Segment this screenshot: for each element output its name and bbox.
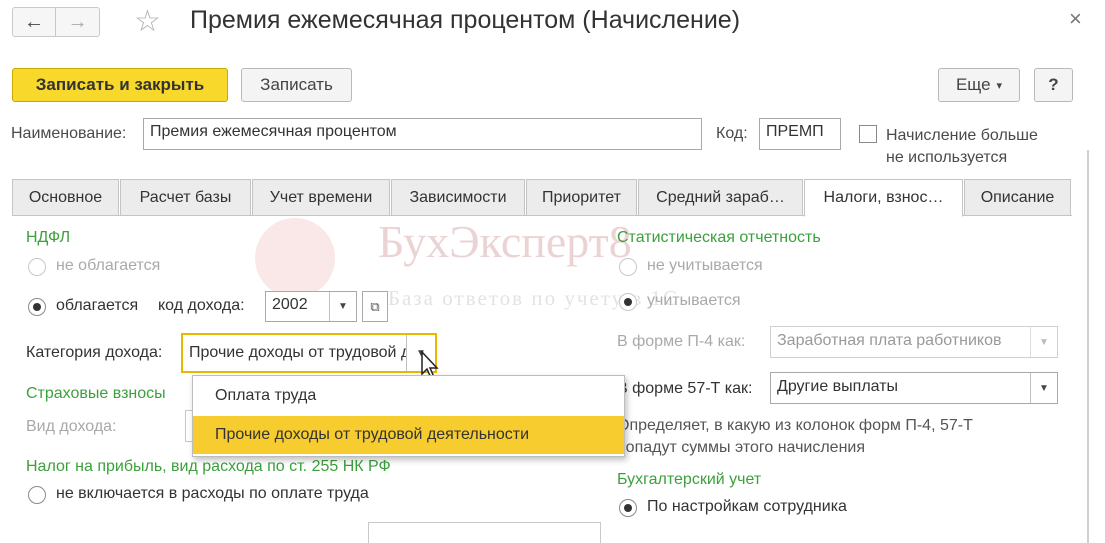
income-category-field[interactable]: Прочие доходы от трудовой деятельности ▼ [181, 333, 437, 373]
stats-note-line2: попадут суммы этого начисления [617, 439, 866, 456]
stats-note: Определяет, в какую из колонок форм П-4,… [617, 415, 973, 459]
window-title: Премия ежемесячная процентом (Начисление… [190, 6, 741, 34]
unused-label-line2: не используется [886, 149, 1008, 166]
tab-base-calc[interactable]: Расчет базы [120, 179, 251, 215]
p4-label: В форме П-4 как: [617, 333, 746, 350]
favorite-star-icon[interactable]: ☆ [134, 4, 161, 39]
code-input[interactable]: ПРЕМП [759, 118, 841, 150]
not-taxed-radio[interactable] [28, 258, 46, 276]
help-button[interactable]: ? [1034, 68, 1073, 102]
name-input[interactable]: Премия ежемесячная процентом [143, 118, 702, 150]
more-label: Еще [955, 75, 991, 94]
income-category-value: Прочие доходы от трудовой деятельности [189, 344, 435, 361]
income-code-label: код дохода: [158, 297, 245, 314]
close-icon[interactable]: × [1069, 6, 1082, 32]
expense-type-field[interactable] [368, 522, 601, 543]
income-category-label: Категория дохода: [26, 344, 163, 361]
by-employee-radio[interactable] [619, 499, 637, 517]
owl-logo-icon [255, 218, 335, 298]
dropdown-item-labor[interactable]: Оплата труда [193, 377, 624, 415]
chevron-down-icon[interactable]: ▼ [1030, 373, 1057, 403]
tab-taxes[interactable]: Налоги, взнос… [804, 179, 963, 217]
chevron-down-icon[interactable]: ▼ [1030, 327, 1057, 357]
income-type-label: Вид дохода: [26, 418, 117, 435]
forward-arrow-icon: → [67, 10, 88, 33]
open-item-icon[interactable]: ⧉ [362, 291, 388, 322]
tab-dependencies[interactable]: Зависимости [391, 179, 525, 215]
income-code-field[interactable]: 2002 ▼ [265, 291, 357, 322]
counted-radio[interactable] [619, 293, 637, 311]
watermark-brand: БухЭксперт8 [378, 216, 632, 267]
tab-priority[interactable]: Приоритет [526, 179, 637, 215]
profit-tax-header: Налог на прибыль, вид расхода по ст. 255… [26, 458, 391, 475]
income-code-value: 2002 [272, 296, 308, 313]
tab-time-accounting[interactable]: Учет времени [252, 179, 390, 215]
income-category-dropdown: Оплата труда Прочие доходы от трудовой д… [192, 375, 625, 457]
name-label: Наименование: [11, 125, 127, 142]
ndfl-header: НДФЛ [26, 229, 71, 246]
unused-label: Начисление больше не используется [886, 125, 1038, 169]
code-label: Код: [716, 125, 748, 142]
f57-value: Другие выплаты [777, 378, 899, 395]
p4-select[interactable]: Заработная плата работников ▼ [770, 326, 1058, 358]
p4-value: Заработная плата работников [777, 332, 1002, 349]
unused-label-line1: Начисление больше [886, 127, 1038, 144]
chevron-down-icon[interactable]: ▼ [329, 292, 356, 321]
chevron-down-icon: ▾ [996, 79, 1003, 92]
stats-header: Статистическая отчетность [617, 229, 821, 246]
not-included-radio[interactable] [28, 486, 46, 504]
taxed-radio[interactable] [28, 298, 46, 316]
tab-basic[interactable]: Основное [12, 179, 119, 215]
taxed-label: облагается [56, 297, 139, 314]
by-employee-label: По настройкам сотрудника [647, 498, 847, 515]
save-button[interactable]: Записать [241, 68, 352, 102]
tab-average-earnings[interactable]: Средний зараб… [638, 179, 803, 215]
scrollbar[interactable] [1087, 150, 1089, 543]
back-arrow-icon: ← [24, 10, 44, 33]
accounting-header: Бухгалтерский учет [617, 471, 762, 488]
stats-note-line1: Определяет, в какую из колонок форм П-4,… [617, 417, 973, 434]
tab-description[interactable]: Описание [964, 179, 1071, 215]
f57-label: В форме 57-Т как: [617, 380, 753, 397]
not-counted-radio[interactable] [619, 258, 637, 276]
f57-select[interactable]: Другие выплаты ▼ [770, 372, 1058, 404]
unused-checkbox[interactable] [859, 125, 877, 143]
save-and-close-button[interactable]: Записать и закрыть [12, 68, 228, 102]
dropdown-item-other-income[interactable]: Прочие доходы от трудовой деятельности [193, 416, 624, 454]
insurance-header: Страховые взносы [26, 385, 166, 402]
counted-label: учитывается [647, 292, 741, 309]
not-included-label: не включается в расходы по оплате труда [56, 485, 369, 502]
more-button[interactable]: Еще ▾ [938, 68, 1020, 102]
forward-button[interactable]: → [56, 7, 100, 37]
not-taxed-label: не облагается [56, 257, 161, 274]
back-button[interactable]: ← [12, 7, 56, 37]
not-counted-label: не учитывается [647, 257, 763, 274]
